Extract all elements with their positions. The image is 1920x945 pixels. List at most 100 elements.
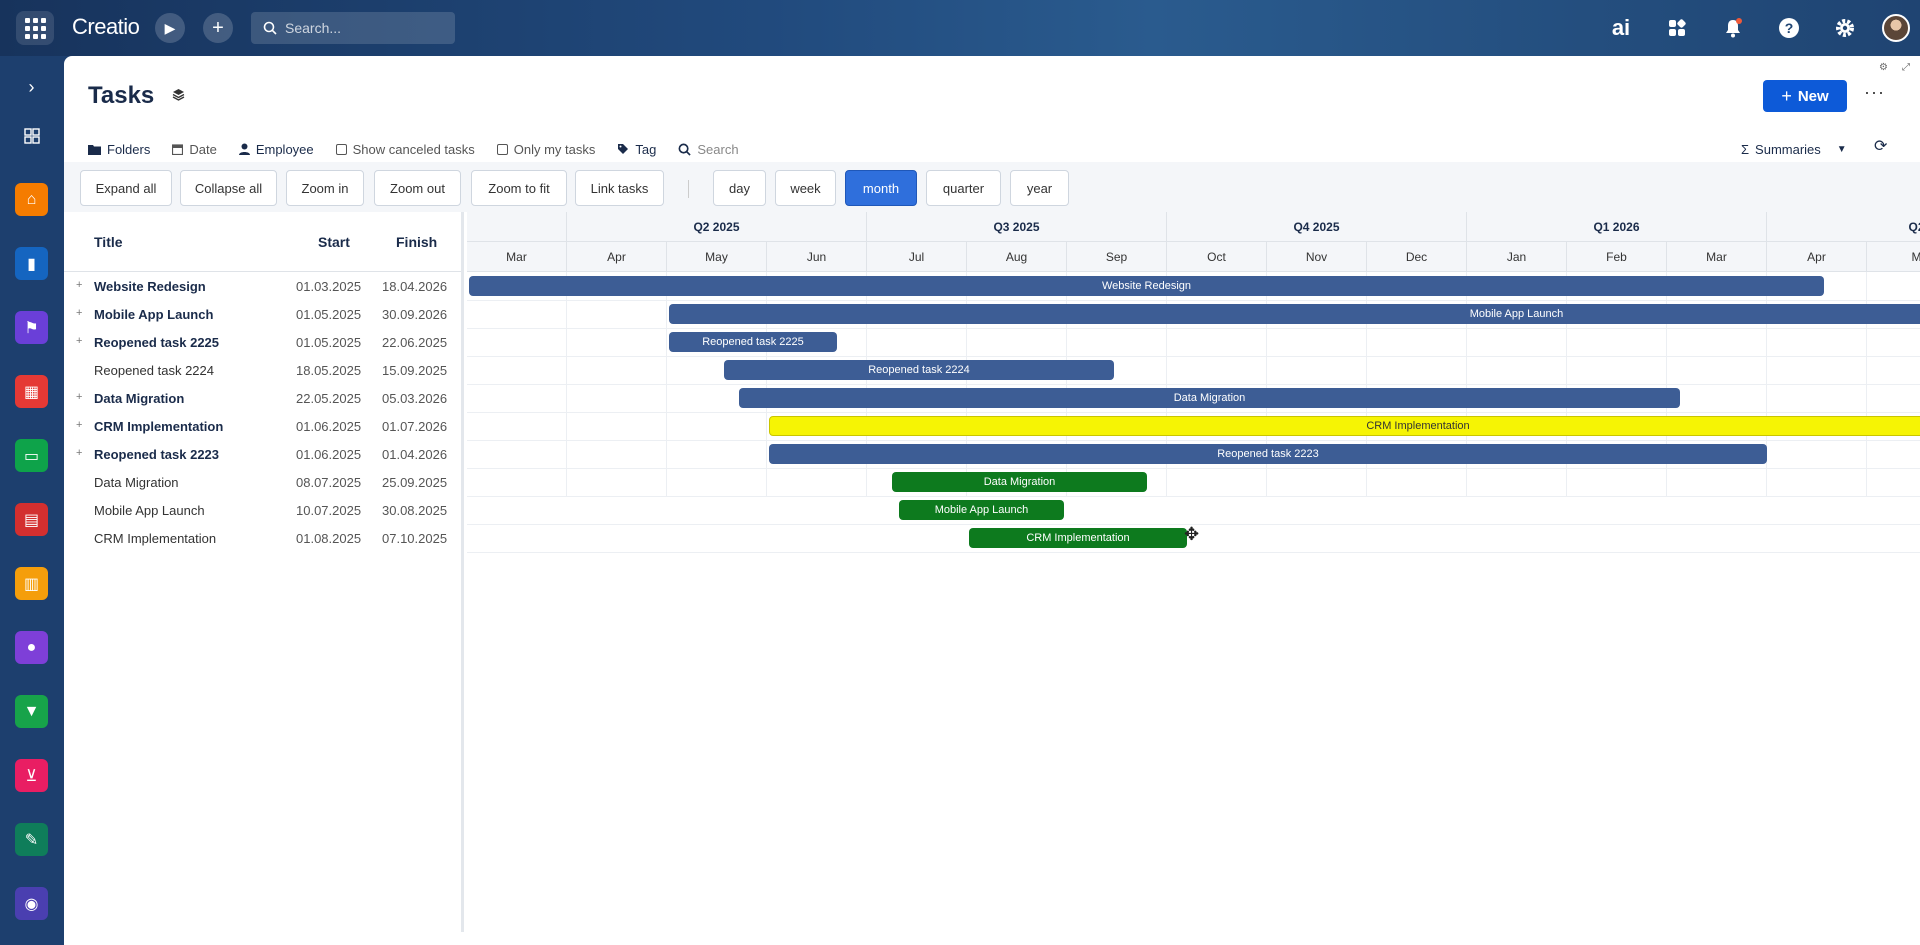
gantt-task-bar[interactable]: CRM Implementation [769, 416, 1920, 436]
building-icon[interactable]: ▥ [15, 567, 48, 600]
summaries-label: Summaries [1755, 141, 1821, 157]
new-task-button[interactable]: + New [1763, 80, 1847, 112]
gantt-task-bar[interactable]: Data Migration [739, 388, 1680, 408]
collapse-all-button[interactable]: Collapse all [180, 170, 277, 206]
table-row[interactable]: + Website Redesign 01.03.2025 18.04.2026 [64, 273, 461, 301]
month-header: Feb [1567, 242, 1667, 272]
zoom-to-fit-button[interactable]: Zoom to fit [471, 170, 567, 206]
task-title[interactable]: Mobile App Launch [94, 307, 213, 322]
table-row[interactable]: + Reopened task 2223 01.06.2025 01.04.2026 [64, 441, 461, 469]
filter-search-input[interactable]: Search [678, 142, 739, 157]
scale-week-button[interactable]: week [775, 170, 836, 206]
chart-icon[interactable]: ▮ [15, 247, 48, 280]
dashboard-grid-icon[interactable] [15, 119, 48, 152]
task-title[interactable]: CRM Implementation [94, 419, 223, 434]
table-row[interactable]: + Mobile App Launch 01.05.2025 30.09.2026 [64, 301, 461, 329]
task-title[interactable]: Data Migration [94, 391, 184, 406]
gantt-task-bar[interactable]: Mobile App Launch [899, 500, 1064, 520]
task-title[interactable]: Reopened task 2225 [94, 335, 219, 350]
task-start: 01.06.2025 [296, 447, 362, 462]
scale-day-button[interactable]: day [713, 170, 766, 206]
link-tasks-button[interactable]: Link tasks [575, 170, 664, 206]
expand-plus-icon[interactable]: + [76, 335, 82, 347]
zoom-out-button[interactable]: Zoom out [374, 170, 461, 206]
folders-filter[interactable]: Folders [88, 142, 150, 157]
task-finish: 15.09.2025 [382, 363, 448, 378]
ai-icon[interactable]: ai [1607, 14, 1635, 42]
gantt-task-bar[interactable]: Website Redesign [469, 276, 1824, 296]
left-rail: › ⌂ ▮ ⚑ ▦ ▭ ▤ ▥ ● ▼ ⊻ ✎ ◉ [0, 56, 64, 945]
small-gear-icon[interactable]: ⚙ [1879, 62, 1888, 73]
task-title[interactable]: CRM Implementation [94, 531, 216, 546]
table-row[interactable]: + Data Migration 22.05.2025 05.03.2026 [64, 385, 461, 413]
gantt-task-bar[interactable]: Reopened task 2225 [669, 332, 837, 352]
run-process-button[interactable]: ▶ [155, 13, 185, 43]
app-launcher-button[interactable] [16, 11, 54, 45]
global-search-input[interactable]: Search... [251, 12, 455, 44]
zoom-in-button[interactable]: Zoom in [286, 170, 364, 206]
task-finish: 05.03.2026 [382, 391, 448, 406]
task-start: 01.08.2025 [296, 531, 362, 546]
layers-icon[interactable] [172, 88, 185, 104]
settings-app-icon[interactable]: ◉ [15, 887, 48, 920]
summaries-dropdown[interactable]: Σ Summaries ▼ [1741, 134, 1847, 164]
task-title[interactable]: Mobile App Launch [94, 503, 205, 518]
avatar[interactable] [1882, 14, 1910, 42]
expand-plus-icon[interactable]: + [76, 419, 82, 431]
finish-column-header[interactable]: Finish [396, 234, 437, 250]
gantt-task-bar[interactable]: Mobile App Launch [669, 304, 1920, 324]
show-canceled-checkbox[interactable]: Show canceled tasks [335, 142, 475, 157]
task-title[interactable]: Data Migration [94, 475, 179, 490]
employee-filter[interactable]: Employee [238, 142, 314, 157]
expand-plus-icon[interactable]: + [76, 307, 82, 319]
gantt-task-bar[interactable]: Reopened task 2224 [724, 360, 1114, 380]
table-row[interactable]: Reopened task 2224 18.05.2025 15.09.2025 [64, 357, 461, 385]
gear-icon[interactable] [1831, 14, 1859, 42]
expand-icon[interactable]: ⤢ [1902, 62, 1910, 73]
tag-icon [618, 144, 629, 154]
start-column-header[interactable]: Start [318, 234, 350, 250]
gantt-task-bar[interactable]: Reopened task 2223 [769, 444, 1767, 464]
contacts-icon[interactable]: ▤ [15, 503, 48, 536]
document-icon[interactable]: ✎ [15, 823, 48, 856]
scale-quarter-button[interactable]: quarter [926, 170, 1001, 206]
scale-month-button[interactable]: month [845, 170, 917, 206]
grid-row-line [467, 356, 1920, 357]
grid-row-line [467, 328, 1920, 329]
chevron-right-icon[interactable]: › [15, 71, 48, 104]
gantt-task-bar[interactable]: Data Migration [892, 472, 1147, 492]
more-actions-button[interactable]: ··· [1864, 82, 1885, 103]
title-column-header[interactable]: Title [94, 234, 123, 250]
table-row[interactable]: + CRM Implementation 01.06.2025 01.07.2026 [64, 413, 461, 441]
flag-icon[interactable]: ⚑ [15, 311, 48, 344]
task-start: 01.06.2025 [296, 419, 362, 434]
calendar-icon[interactable]: ▦ [15, 375, 48, 408]
move-cursor-icon: ✥ [1184, 524, 1200, 544]
apps-icon[interactable] [1663, 14, 1691, 42]
expand-plus-icon[interactable]: + [76, 447, 82, 459]
only-my-tasks-checkbox[interactable]: Only my tasks [496, 142, 595, 157]
help-icon[interactable]: ? [1775, 14, 1803, 42]
table-row[interactable]: CRM Implementation 01.08.2025 07.10.2025 [64, 525, 461, 553]
funnel-icon[interactable]: ▼ [15, 695, 48, 728]
expand-plus-icon[interactable]: + [76, 279, 82, 291]
gantt-task-bar[interactable]: CRM Implementation [969, 528, 1187, 548]
expand-all-button[interactable]: Expand all [80, 170, 172, 206]
table-row[interactable]: + Reopened task 2225 01.05.2025 22.06.2025 [64, 329, 461, 357]
tag-filter[interactable]: Tag [617, 142, 656, 157]
date-filter[interactable]: Date [172, 142, 217, 157]
table-row[interactable]: Mobile App Launch 10.07.2025 30.08.2025 [64, 497, 461, 525]
task-title[interactable]: Reopened task 2223 [94, 447, 219, 462]
refresh-icon[interactable]: ⟳ [1874, 136, 1887, 156]
task-title[interactable]: Website Redesign [94, 279, 206, 294]
expand-plus-icon[interactable]: + [76, 391, 82, 403]
create-button[interactable]: + [203, 13, 233, 43]
bell-icon[interactable] [1719, 14, 1747, 42]
table-row[interactable]: Data Migration 08.07.2025 25.09.2025 [64, 469, 461, 497]
user-icon[interactable]: ● [15, 631, 48, 664]
cart-icon[interactable]: ⊻ [15, 759, 48, 792]
scale-year-button[interactable]: year [1010, 170, 1069, 206]
chat-icon[interactable]: ▭ [15, 439, 48, 472]
task-title[interactable]: Reopened task 2224 [94, 363, 214, 378]
home-icon[interactable]: ⌂ [15, 183, 48, 216]
